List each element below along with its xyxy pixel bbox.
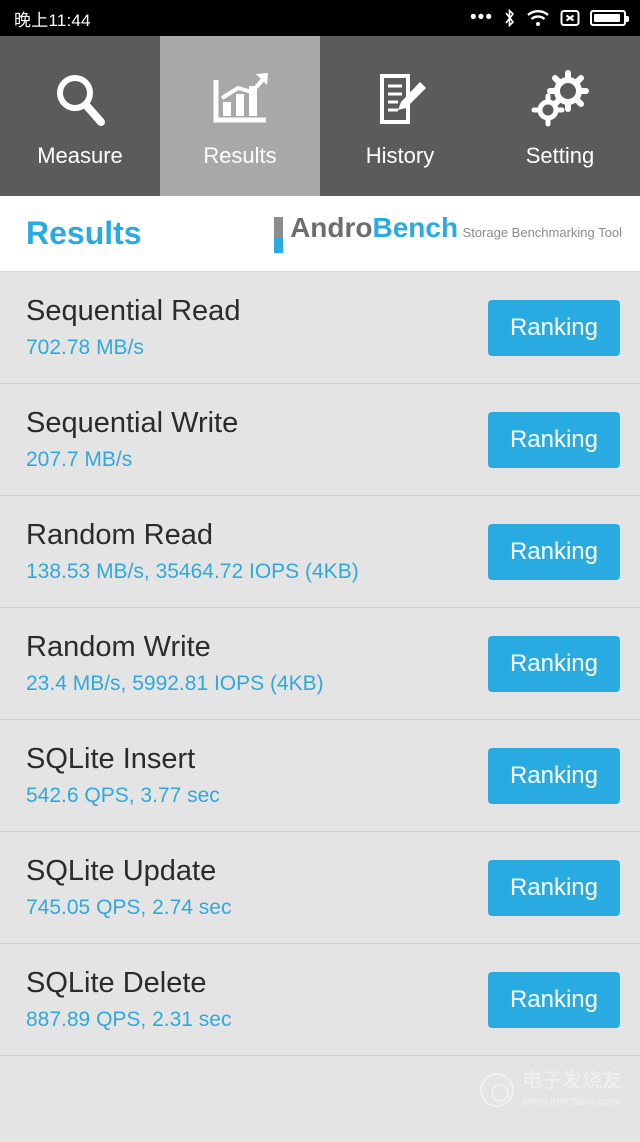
nav-label-results: Results	[203, 143, 277, 168]
row-texts: SQLite Insert 542.6 QPS, 3.77 sec	[26, 743, 220, 808]
wifi-icon	[526, 9, 550, 27]
row-texts: Random Read 138.53 MB/s, 35464.72 IOPS (…	[26, 519, 359, 584]
ranking-button[interactable]: Ranking	[487, 971, 620, 1028]
table-row: Sequential Read 702.78 MB/s Ranking	[0, 272, 640, 384]
bar-chart-icon	[208, 63, 272, 137]
list-footer: 电子发烧友 www.elecfans.com	[0, 1056, 640, 1142]
table-row: SQLite Delete 887.89 QPS, 2.31 sec Ranki…	[0, 944, 640, 1056]
app-logo: AndroBench Storage Benchmarking Tool	[274, 214, 622, 253]
table-row: Sequential Write 207.7 MB/s Ranking	[0, 384, 640, 496]
main-navigation: Measure Results History Setting	[0, 36, 640, 196]
table-row: Random Read 138.53 MB/s, 35464.72 IOPS (…	[0, 496, 640, 608]
watermark-main: 电子发烧友	[522, 1070, 622, 1092]
watermark: 电子发烧友 www.elecfans.com	[480, 1070, 622, 1110]
logo-text: AndroBench Storage Benchmarking Tool	[290, 214, 622, 242]
nav-label-setting: Setting	[525, 143, 595, 168]
ranking-button[interactable]: Ranking	[487, 299, 620, 356]
bluetooth-icon	[503, 8, 516, 28]
result-title: SQLite Insert	[26, 743, 196, 775]
watermark-text: 电子发烧友 www.elecfans.com	[522, 1070, 622, 1110]
battery-icon	[590, 10, 629, 26]
nav-label-measure: Measure	[37, 143, 123, 168]
status-clock: 晚上11:44	[14, 10, 91, 30]
result-value: 745.05 QPS, 2.74 sec	[26, 896, 232, 919]
nav-item-setting[interactable]: Setting	[480, 36, 640, 196]
result-value: 542.6 QPS, 3.77 sec	[26, 784, 220, 807]
magnifier-icon	[48, 63, 112, 137]
more-dots-icon: •••	[470, 7, 493, 28]
result-value: 207.7 MB/s	[26, 448, 133, 471]
logo-subtitle: Storage Benchmarking Tool	[462, 225, 622, 240]
gears-icon	[528, 63, 592, 137]
result-title: SQLite Update	[26, 855, 217, 887]
nav-label-history: History	[365, 143, 435, 168]
row-texts: SQLite Delete 887.89 QPS, 2.31 sec	[26, 967, 231, 1032]
table-row: Random Write 23.4 MB/s, 5992.81 IOPS (4K…	[0, 608, 640, 720]
watermark-logo-icon	[480, 1072, 514, 1107]
ranking-button[interactable]: Ranking	[487, 523, 620, 580]
result-value: 138.53 MB/s, 35464.72 IOPS (4KB)	[26, 560, 359, 583]
results-list: Sequential Read 702.78 MB/s Ranking Sequ…	[0, 272, 640, 1142]
result-value: 887.89 QPS, 2.31 sec	[26, 1008, 232, 1031]
logo-name-bench: Bench	[372, 212, 459, 243]
logo-name-andro: Andro	[290, 212, 373, 243]
status-icons: •••	[470, 7, 629, 28]
row-texts: Sequential Read 702.78 MB/s	[26, 295, 240, 360]
table-row: SQLite Insert 542.6 QPS, 3.77 sec Rankin…	[0, 720, 640, 832]
result-title: Random Read	[26, 519, 213, 551]
result-title: Random Write	[26, 631, 211, 663]
ranking-button[interactable]: Ranking	[487, 635, 620, 692]
nav-item-history[interactable]: History	[320, 36, 480, 196]
row-texts: Random Write 23.4 MB/s, 5992.81 IOPS (4K…	[26, 631, 324, 696]
ranking-button[interactable]: Ranking	[487, 859, 620, 916]
document-pen-icon	[368, 63, 432, 137]
watermark-sub: www.elecfans.com	[522, 1096, 622, 1108]
result-title: Sequential Write	[26, 407, 239, 439]
result-value: 702.78 MB/s	[26, 336, 144, 359]
nav-item-measure[interactable]: Measure	[0, 36, 160, 196]
nav-item-results[interactable]: Results	[160, 36, 320, 196]
row-texts: SQLite Update 745.05 QPS, 2.74 sec	[26, 855, 231, 920]
row-texts: Sequential Write 207.7 MB/s	[26, 407, 238, 472]
logo-bar-icon	[274, 217, 284, 253]
table-row: SQLite Update 745.05 QPS, 2.74 sec Ranki…	[0, 832, 640, 944]
page-header: Results AndroBench Storage Benchmarking …	[0, 196, 640, 272]
ranking-button[interactable]: Ranking	[487, 411, 620, 468]
ranking-button[interactable]: Ranking	[487, 747, 620, 804]
status-bar: 晚上11:44 •••	[0, 0, 640, 36]
x-signal-icon	[560, 9, 580, 27]
page-title: Results	[26, 215, 142, 251]
result-title: Sequential Read	[26, 295, 241, 327]
result-value: 23.4 MB/s, 5992.81 IOPS (4KB)	[26, 672, 324, 695]
logo-name: AndroBench	[290, 212, 458, 243]
result-title: SQLite Delete	[26, 967, 207, 999]
